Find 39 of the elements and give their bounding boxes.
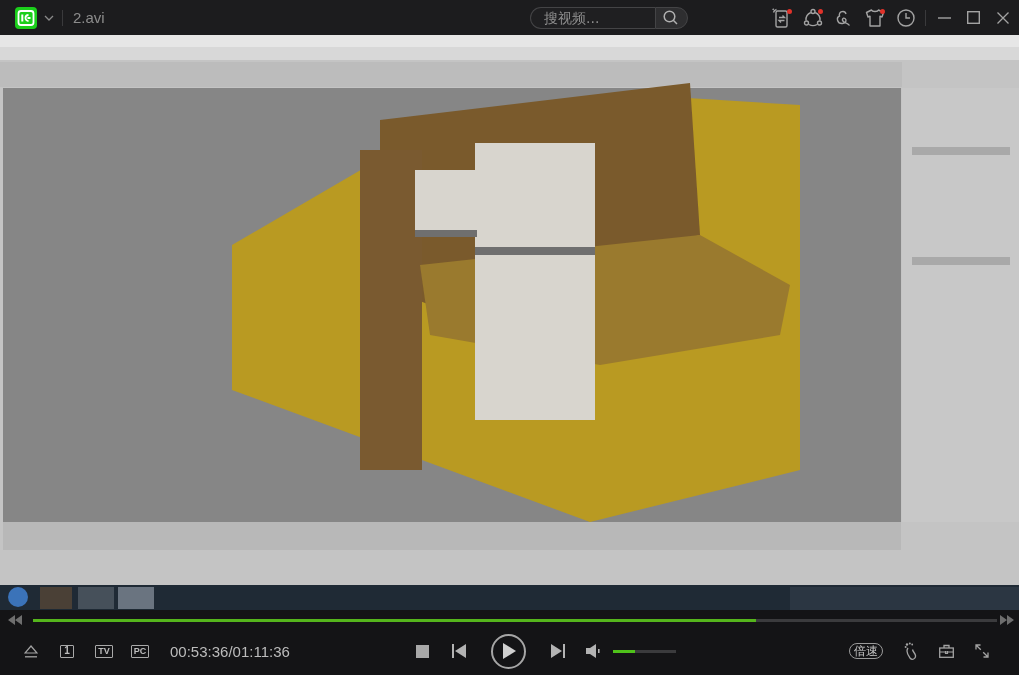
expand-icon [974, 644, 989, 658]
fullscreen-button[interactable] [974, 644, 989, 658]
footprint-icon [903, 642, 918, 660]
clock-icon [895, 7, 916, 28]
tv-button[interactable]: TV [95, 644, 113, 658]
shirt-icon [864, 7, 885, 28]
close-icon [996, 11, 1009, 24]
chevron-down-icon [44, 14, 54, 21]
playback-time: 00:53:36/01:11:36 [170, 642, 290, 660]
eject-icon [24, 644, 38, 658]
skip-back-icon [451, 644, 466, 658]
speaker-icon [585, 644, 601, 658]
pc-button[interactable]: PC [131, 644, 149, 658]
next-button[interactable] [550, 644, 565, 658]
share-icon [802, 7, 823, 28]
minimize-icon [938, 16, 951, 19]
maximize-icon [967, 11, 980, 24]
stop-button[interactable] [415, 644, 429, 658]
toolbox-button[interactable] [938, 644, 954, 658]
app-logo-icon [15, 6, 37, 29]
skip-forward-icon [550, 644, 565, 658]
search-icon [663, 10, 678, 25]
stop-icon [415, 644, 429, 658]
volume-slider[interactable] [612, 649, 676, 653]
file-name: 2.avi [73, 9, 105, 26]
eject-button[interactable] [24, 644, 38, 658]
search-field[interactable]: 搜视频... [530, 6, 655, 29]
rewind-button[interactable] [8, 615, 22, 625]
frame-button[interactable]: 1 [60, 644, 74, 658]
fast-forward-icon [1000, 615, 1014, 625]
fast-forward-button[interactable] [1000, 615, 1014, 625]
previous-button[interactable] [451, 644, 466, 658]
progress-bar[interactable] [33, 618, 997, 622]
toolbox-icon [938, 644, 954, 658]
volume-button[interactable] [585, 644, 601, 658]
play-button[interactable] [490, 633, 526, 669]
search-button[interactable] [655, 6, 688, 29]
footprint-button[interactable] [903, 642, 918, 660]
rewind-icon [8, 615, 22, 625]
